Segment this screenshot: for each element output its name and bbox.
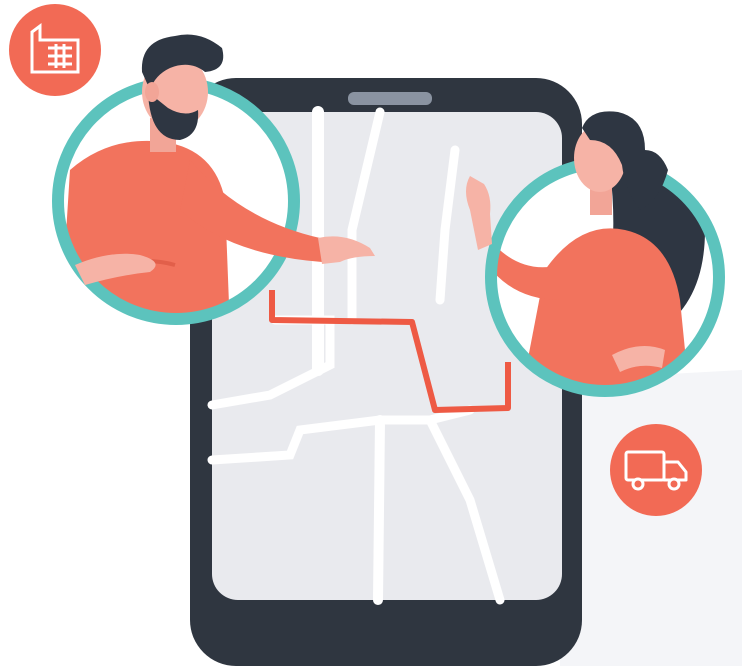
man-ear	[145, 82, 159, 102]
factory-badge	[9, 4, 101, 96]
map-road	[373, 415, 385, 605]
background-shape	[560, 370, 742, 666]
delivery-truck-badge	[610, 424, 702, 516]
delivery-truck-badge-circle	[610, 424, 702, 516]
tablet-speaker	[348, 92, 432, 105]
man-shirt	[60, 140, 230, 323]
delivery-tracking-illustration	[9, 4, 742, 666]
